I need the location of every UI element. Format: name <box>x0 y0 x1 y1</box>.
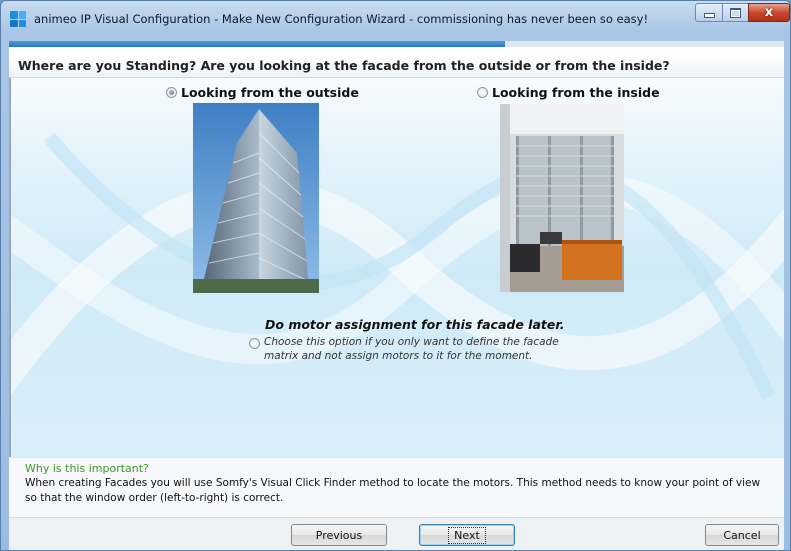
inside-label: Looking from the inside <box>492 85 660 100</box>
title-bar: animeo IP Visual Configuration - Make Ne… <box>1 1 790 39</box>
wizard-window: animeo IP Visual Configuration - Make Ne… <box>0 0 791 551</box>
button-bar: Previous Next Cancel <box>9 517 784 550</box>
maximize-button[interactable] <box>722 3 749 22</box>
minimize-icon <box>703 13 715 18</box>
background-swirl-graphic <box>9 132 784 401</box>
options-panel <box>9 47 784 457</box>
later-option-title: Do motor assignment for this facade late… <box>265 317 565 332</box>
option-outside[interactable]: Looking from the outside <box>166 85 359 100</box>
app-icon <box>10 11 26 27</box>
option-inside[interactable]: Looking from the inside <box>477 85 660 100</box>
next-button[interactable]: Next <box>419 524 515 546</box>
left-edge-line <box>9 77 11 457</box>
later-option-description: Choose this option if you only want to d… <box>264 336 559 362</box>
why-text: When creating Facades you will use Somfy… <box>25 477 761 504</box>
minimize-button[interactable] <box>695 3 723 22</box>
close-button[interactable]: x <box>748 3 790 22</box>
next-button-label: Next <box>448 526 486 544</box>
window-title: animeo IP Visual Configuration - Make Ne… <box>34 12 649 26</box>
question-text: Where are you Standing? Are you looking … <box>18 58 670 73</box>
inside-radio[interactable] <box>477 87 488 98</box>
outside-building-image[interactable] <box>193 103 319 293</box>
outside-label: Looking from the outside <box>181 85 359 100</box>
question-header: Where are you Standing? Are you looking … <box>9 55 784 78</box>
later-radio[interactable] <box>249 338 260 349</box>
close-icon: x <box>764 5 774 20</box>
inside-office-image[interactable] <box>500 104 624 292</box>
why-section: Why is this important? When creating Fac… <box>9 457 784 518</box>
previous-button[interactable]: Previous <box>291 524 387 546</box>
cancel-button[interactable]: Cancel <box>705 524 779 546</box>
why-title: Why is this important? <box>25 462 149 475</box>
wizard-content: Where are you Standing? Are you looking … <box>9 47 784 550</box>
outside-radio[interactable] <box>166 87 177 98</box>
maximize-icon <box>730 7 741 18</box>
